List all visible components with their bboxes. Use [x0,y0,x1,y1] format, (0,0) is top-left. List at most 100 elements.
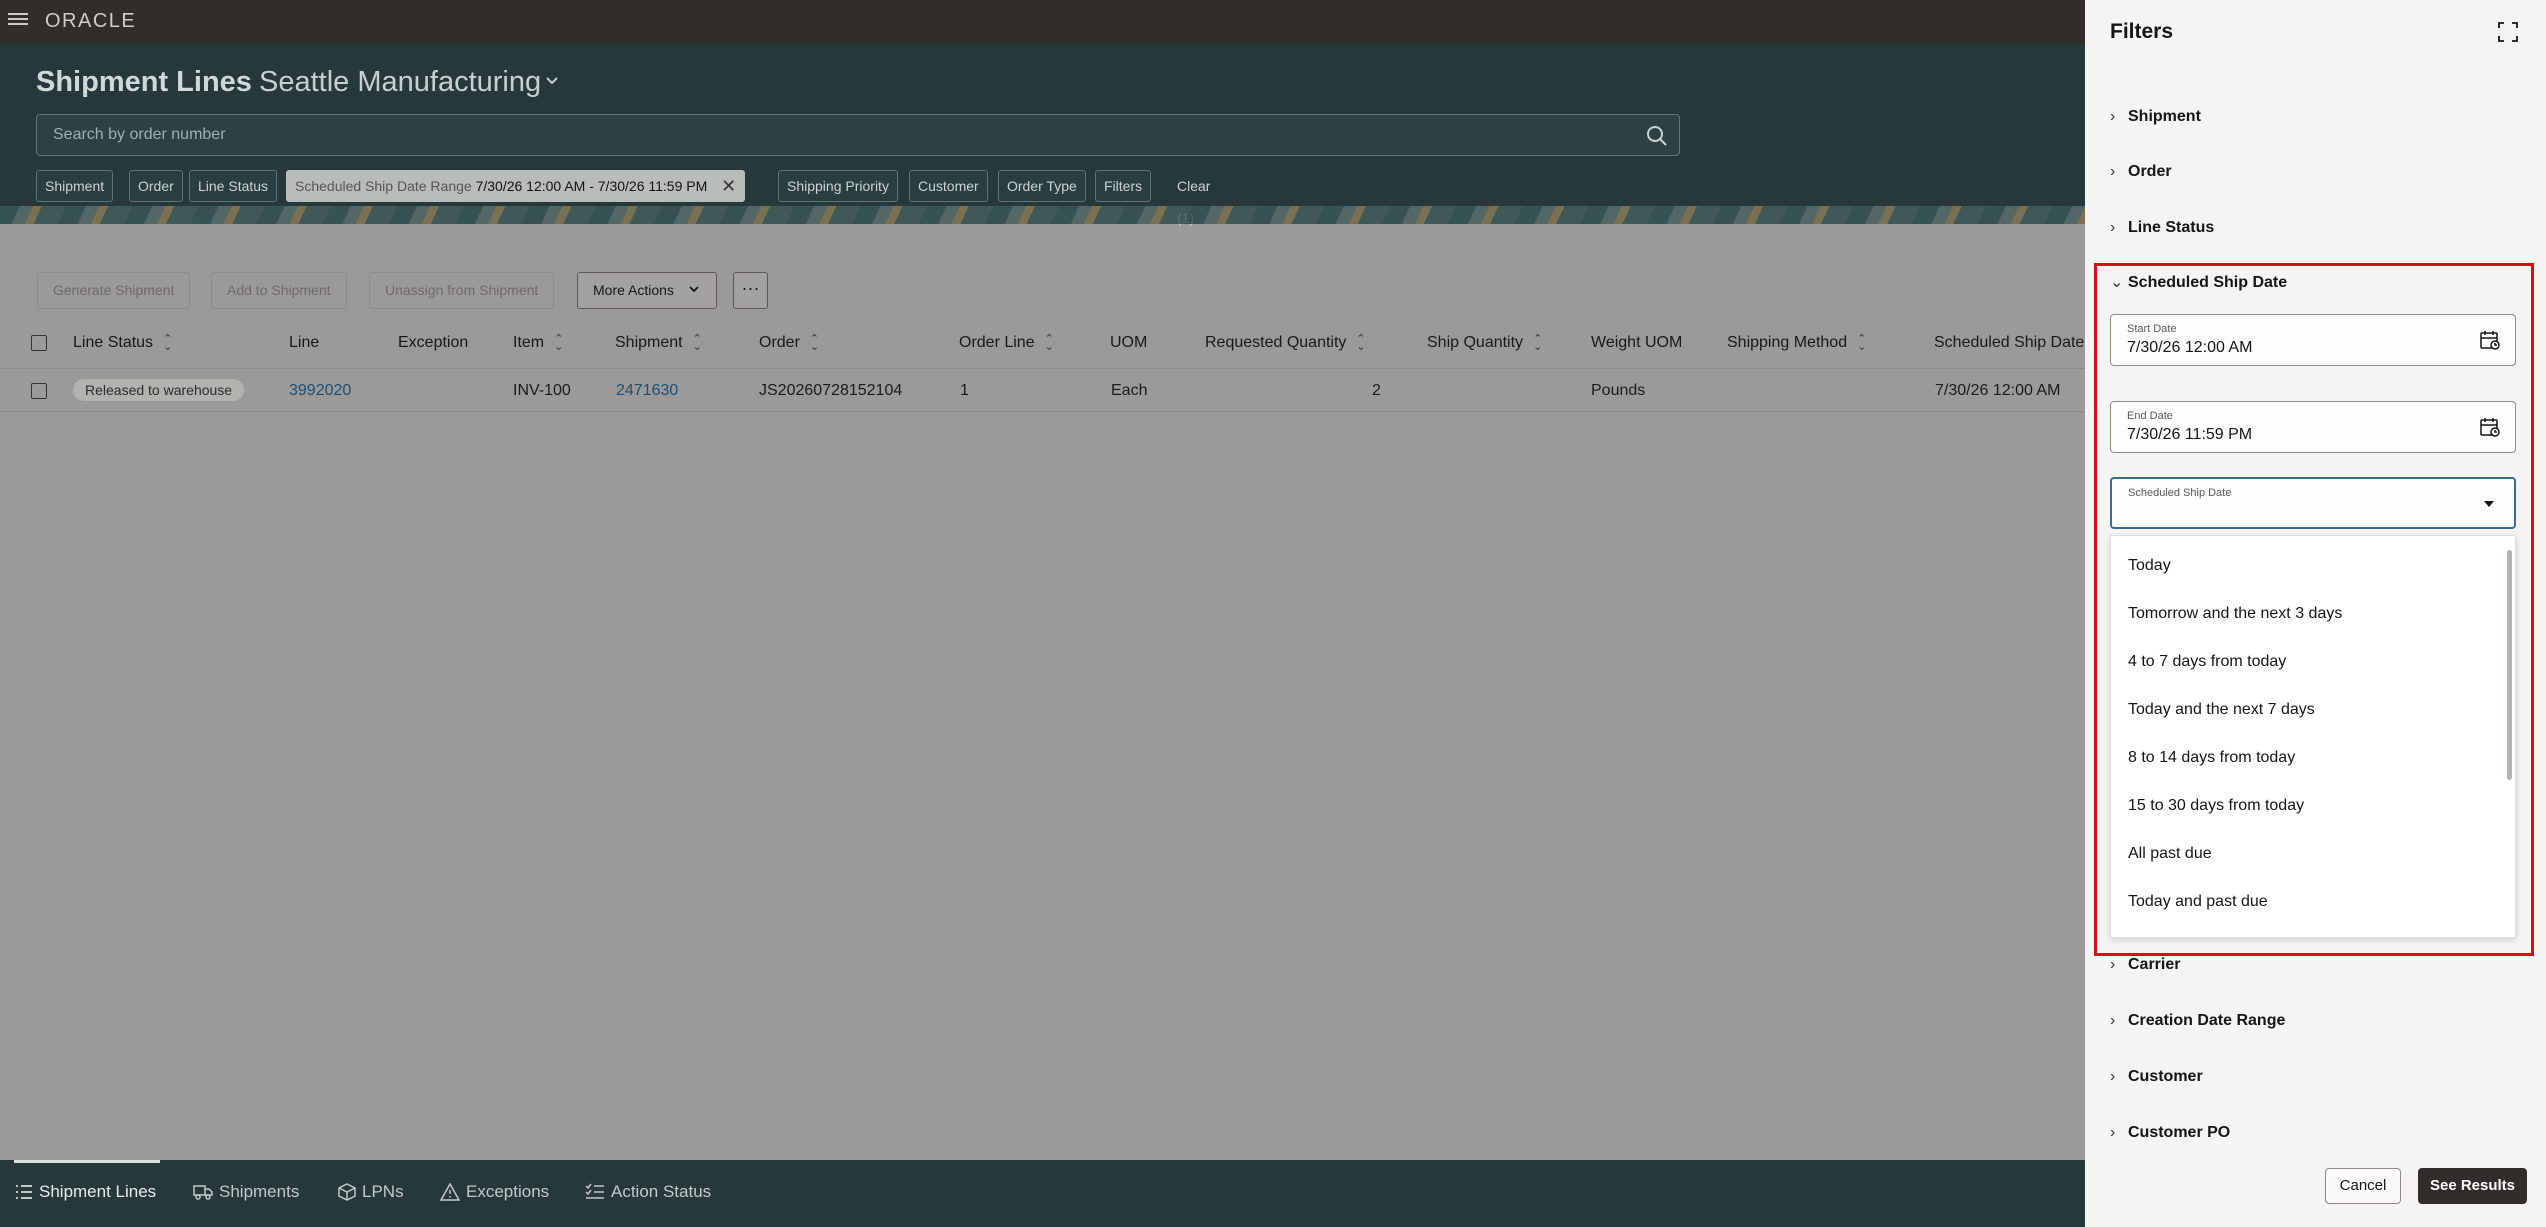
column-ship-quantity[interactable]: Ship Quantity ⌃ ⌄ [1427,322,1542,364]
cancel-button[interactable]: Cancel [2325,1168,2401,1204]
shipment-link[interactable]: 2471630 [616,369,678,413]
chevron-down-icon[interactable] [545,74,559,88]
option-15-to-30-days[interactable]: 15 to 30 days from today [2111,782,2515,830]
end-date-value[interactable]: 7/30/26 11:59 PM [2127,426,2252,444]
page-title: Shipment Lines [36,66,252,98]
section-carrier[interactable]: › Carrier [2110,950,2180,980]
calendar-icon[interactable] [2479,329,2501,351]
tab-exceptions[interactable]: Exceptions [439,1182,549,1206]
date-range-listbox: Today Tomorrow and the next 3 days 4 to … [2110,535,2516,938]
bottom-tab-bar: Shipment Lines Shipments LPNs Exceptions… [0,1160,2085,1227]
order-cell: JS20260728152104 [759,382,903,399]
select-all-checkbox[interactable] [31,335,47,351]
sort-icon[interactable]: ⌃ ⌄ [1533,333,1542,352]
column-requested-quantity[interactable]: Requested Quantity ⌃ ⌄ [1205,322,1366,364]
section-creation-date-range[interactable]: › Creation Date Range [2110,1006,2285,1036]
clear-filters-link[interactable]: Clear (1) [1177,170,1210,226]
option-today[interactable]: Today [2111,542,2515,590]
column-shipment[interactable]: Shipment ⌃ ⌄ [615,322,702,364]
search-icon[interactable] [1645,124,1669,148]
sort-icon[interactable]: ⌃ ⌄ [1857,333,1866,352]
section-customer-po[interactable]: › Customer PO [2110,1118,2230,1148]
column-scheduled-ship-date[interactable]: Scheduled Ship Date [1934,322,2084,364]
calendar-icon[interactable] [2479,416,2501,438]
sort-icon[interactable]: ⌃ ⌄ [554,333,563,352]
unassign-from-shipment-button[interactable]: Unassign from Shipment [369,272,555,309]
option-today-next-7-days[interactable]: Today and the next 7 days [2111,686,2515,734]
option-tomorrow-next-3-days[interactable]: Tomorrow and the next 3 days [2111,590,2515,638]
chip-order[interactable]: Order [129,170,183,202]
listbox-scrollbar[interactable] [2507,550,2512,780]
chip-filters[interactable]: Filters [1095,170,1152,202]
scheduled-ship-date-select[interactable]: Scheduled Ship Date [2110,477,2516,529]
see-results-button[interactable]: See Results [2418,1168,2527,1204]
end-date-label: End Date [2127,410,2173,422]
section-customer[interactable]: › Customer [2110,1062,2203,1092]
end-date-field[interactable]: End Date 7/30/26 11:59 PM [2110,401,2516,453]
chip-line-status[interactable]: Line Status [189,170,278,202]
tab-shipments[interactable]: Shipments [193,1182,299,1206]
truck-icon [193,1185,213,1200]
tab-action-status[interactable]: Action Status [585,1182,711,1206]
weight-uom-cell: Pounds [1591,382,1646,399]
option-8-to-14-days[interactable]: 8 to 14 days from today [2111,734,2515,782]
sort-icon[interactable]: ⌃ ⌄ [1356,333,1365,352]
tab-shipment-lines[interactable]: Shipment Lines [15,1182,156,1206]
drawer-title: Filters [2110,20,2174,43]
requested-quantity-cell: 2 [1372,382,1381,399]
add-to-shipment-button[interactable]: Add to Shipment [211,272,347,309]
chevron-right-icon: › [2110,1068,2116,1085]
more-actions-button[interactable]: More Actions [577,272,717,309]
overflow-menu-button[interactable]: ··· [733,272,768,309]
sort-icon[interactable]: ⌃ ⌄ [1045,333,1054,352]
caret-down-icon[interactable] [2484,501,2494,507]
sort-icon[interactable]: ⌃ ⌄ [163,333,172,352]
column-exception[interactable]: Exception [398,322,468,364]
start-date-value[interactable]: 7/30/26 12:00 AM [2127,339,2252,357]
table-row[interactable]: Released to warehouse 3992020 INV-100 24… [0,368,2085,412]
line-status-cell: Released to warehouse [73,369,245,413]
generate-shipment-button[interactable]: Generate Shipment [37,272,191,309]
row-checkbox[interactable] [31,383,47,399]
chevron-right-icon: › [2110,1124,2116,1141]
expand-icon[interactable] [2498,22,2518,42]
column-line-status[interactable]: Line Status ⌃ ⌄ [73,322,172,364]
tab-lpns[interactable]: LPNs [338,1182,404,1206]
column-line[interactable]: Line [289,322,319,364]
hamburger-menu-icon[interactable] [8,10,28,30]
section-shipment[interactable]: › Shipment [2110,102,2201,132]
option-today-and-past-due[interactable]: Today and past due [2111,878,2515,926]
column-order-line[interactable]: Order Line ⌃ ⌄ [959,322,1054,364]
search-input[interactable] [37,115,1617,155]
more-actions-label: More Actions [593,282,674,298]
sort-icon[interactable]: ⌃ ⌄ [693,333,702,352]
chip-shipping-priority[interactable]: Shipping Priority [778,170,898,202]
chip-customer[interactable]: Customer [909,170,988,202]
page-header: Shipment Lines Seattle Manufacturing Shi… [0,44,2085,226]
start-date-field[interactable]: Start Date 7/30/26 12:00 AM [2110,314,2516,366]
column-item[interactable]: Item ⌃ ⌄ [513,322,563,364]
chip-scheduled-ship-date-range[interactable]: Scheduled Ship Date Range 7/30/26 12:00 … [286,170,746,202]
column-shipping-method[interactable]: Shipping Method ⌃ ⌄ [1727,322,1866,364]
column-uom[interactable]: UOM [1110,322,1147,364]
organization-selector[interactable]: Seattle Manufacturing [259,66,541,99]
section-scheduled-ship-date[interactable]: ⌄ Scheduled Ship Date [2110,268,2287,298]
sort-icon[interactable]: ⌃ ⌄ [810,333,819,352]
option-4-to-7-days[interactable]: 4 to 7 days from today [2111,638,2515,686]
global-header: ORACLE [0,0,2085,44]
section-line-status[interactable]: › Line Status [2110,213,2214,243]
option-all-past-due[interactable]: All past due [2111,830,2515,878]
close-icon[interactable]: ✕ [721,171,736,201]
item-cell: INV-100 [513,382,571,399]
section-order[interactable]: › Order [2110,157,2172,187]
column-order[interactable]: Order ⌃ ⌄ [759,322,819,364]
chip-shipment[interactable]: Shipment [36,170,114,202]
header-banner [0,206,2085,224]
oracle-logo: ORACLE [45,10,137,32]
chevron-right-icon: › [2110,219,2116,236]
scheduled-ship-date-cell: 7/30/26 12:00 AM [1935,382,2061,399]
chip-order-type[interactable]: Order Type [998,170,1086,202]
column-weight-uom[interactable]: Weight UOM [1591,322,1682,364]
active-tab-indicator [14,1160,160,1163]
line-link[interactable]: 3992020 [289,369,351,413]
